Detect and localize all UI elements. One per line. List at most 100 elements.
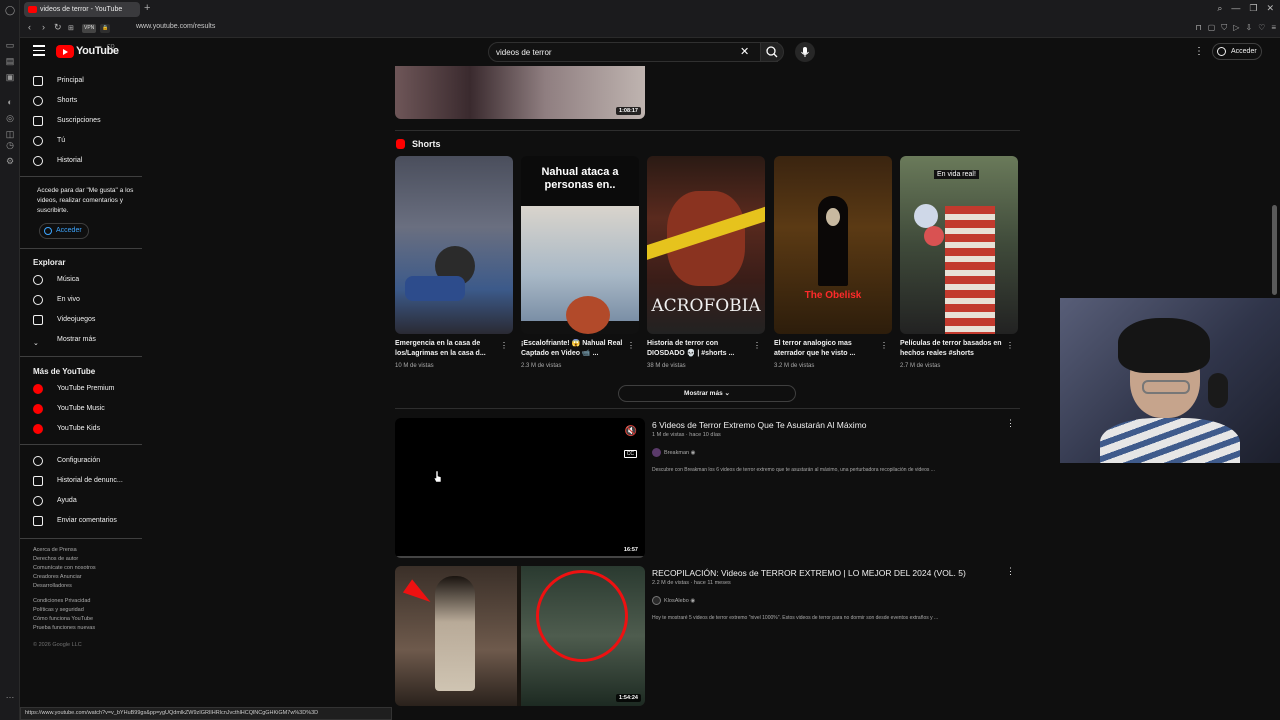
show-more-button[interactable]: Mostrar más ⌄ — [618, 385, 796, 402]
search-button[interactable] — [760, 42, 784, 62]
footer-links[interactable]: Cómo funciona YouTube — [33, 615, 93, 624]
sidebar-item-subscriptions[interactable]: Suscripciones — [20, 112, 142, 130]
heart-icon[interactable]: ♡ — [1258, 23, 1265, 33]
short-menu-icon[interactable]: ⋮ — [880, 341, 888, 350]
settings-side-icon[interactable]: ⚙ — [5, 156, 15, 166]
short-title[interactable]: Emergencia en la casa de los/Lagrimas en… — [395, 339, 501, 359]
whatsapp-icon[interactable]: ◎ — [5, 113, 15, 123]
short-thumbnail[interactable] — [395, 156, 513, 334]
reload-icon[interactable]: ↻ — [54, 22, 62, 33]
sidebar-item-youtube-kids[interactable]: YouTube Kids — [20, 420, 142, 438]
feedback-icon — [33, 516, 43, 526]
extension-pin-icon[interactable]: ⊓ — [1195, 23, 1201, 33]
instagram-icon[interactable]: ◫ — [5, 129, 15, 139]
short-title[interactable]: El terror analogico mas aterrador que he… — [774, 339, 880, 359]
short-title[interactable]: Películas de terror basados en hechos re… — [900, 339, 1006, 359]
search-input[interactable] — [496, 43, 736, 61]
vpn-badge[interactable]: VPN — [82, 24, 97, 33]
video-inline-player[interactable]: 🔇 CC 16:57 — [395, 418, 645, 558]
shield-icon[interactable]: ⛉ — [1221, 23, 1227, 33]
sidebar-bookmark-icon[interactable]: ▤ — [5, 56, 15, 66]
url-field[interactable]: www.youtube.com/results — [136, 23, 215, 30]
channel-name[interactable]: KlosAlebo ◉ — [652, 596, 695, 605]
sidebar-item-settings[interactable]: Configuración — [20, 452, 142, 470]
voice-search-button[interactable] — [795, 42, 815, 62]
short-menu-icon[interactable]: ⋮ — [500, 341, 508, 350]
video-menu-icon[interactable]: ⋮ — [1006, 418, 1015, 429]
download-icon[interactable]: ⇩ — [1245, 23, 1252, 33]
short-thumbnail[interactable]: ACROFOBIA — [647, 156, 765, 334]
opera-logo-icon[interactable]: ◯ — [5, 5, 15, 15]
sidebar-item-live[interactable]: En vivo — [20, 291, 142, 309]
sidebar-item-history[interactable]: Historial — [20, 152, 142, 170]
sidebar-item-home[interactable]: Principal — [20, 72, 142, 90]
lock-badge[interactable]: 🔒 — [100, 24, 111, 33]
sidebar-item-youtube-music[interactable]: YouTube Music — [20, 400, 142, 418]
short-menu-icon[interactable]: ⋮ — [1006, 341, 1014, 350]
video-thumbnail[interactable]: 1:08:17 — [395, 66, 645, 119]
short-thumbnail[interactable]: En vida real! — [900, 156, 1018, 334]
clear-search-icon[interactable]: ✕ — [740, 45, 749, 59]
more-side-icon[interactable]: … — [5, 690, 15, 700]
sign-in-button[interactable]: Acceder — [1212, 43, 1262, 60]
tab-active[interactable]: videos de terror - YouTube — [24, 2, 140, 17]
history-side-icon[interactable]: ◷ — [5, 140, 15, 150]
section-divider — [395, 130, 1020, 131]
sidebar-item-you[interactable]: Tú — [20, 132, 142, 150]
footer-links[interactable]: Condiciones Privacidad — [33, 597, 90, 606]
play-icon[interactable]: ▷ — [1233, 23, 1239, 33]
page-scrollbar[interactable] — [1272, 205, 1277, 295]
messenger-icon[interactable]: ◐ — [5, 97, 15, 107]
sidebar-item-music[interactable]: Música — [20, 271, 142, 289]
sidebar-item-youtube-premium[interactable]: YouTube Premium — [20, 380, 142, 398]
sidebar-item-report-history[interactable]: Historial de denunc... — [20, 472, 142, 490]
maximize-icon[interactable]: ❐ — [1249, 3, 1257, 14]
sidebar-sign-in-button[interactable]: Acceder — [39, 223, 89, 239]
video-title[interactable]: RECOPILACIÓN: Videos de TERROR EXTREMO |… — [652, 568, 966, 578]
short-title[interactable]: ¡Escalofriante! 😱 Nahual Real Captado en… — [521, 339, 627, 359]
speed-dial-icon[interactable]: ⊞ — [68, 24, 74, 32]
captions-icon[interactable]: CC — [623, 450, 637, 458]
hamburger-menu-icon[interactable] — [33, 45, 45, 57]
footer-links[interactable]: Comunícate con nosotros — [33, 564, 96, 573]
footer-links[interactable]: Creadores Anunciar — [33, 573, 82, 582]
short-overlay-text: Nahual ataca a personas en.. — [521, 156, 639, 206]
short-thumbnail[interactable]: The Obelisk — [774, 156, 892, 334]
youtube-logo-icon[interactable] — [56, 45, 74, 58]
tab-title: videos de terror - YouTube — [40, 6, 123, 13]
sidebar-item-feedback[interactable]: Enviar comentarios — [20, 512, 142, 530]
video-thumbnail[interactable]: 1:54:24 — [395, 566, 645, 706]
back-icon[interactable]: ‹ — [28, 22, 31, 32]
browser-menu-icon[interactable]: ≡ — [1271, 23, 1276, 33]
short-menu-icon[interactable]: ⋮ — [753, 341, 761, 350]
extension-square-icon[interactable]: ▢ — [1208, 23, 1216, 33]
red-circle-highlight — [536, 570, 628, 662]
footer-links[interactable]: Desarrolladores — [33, 582, 72, 591]
sidebar-item-show-more[interactable]: ⌄ Mostrar más — [20, 331, 142, 349]
progress-track[interactable] — [395, 556, 645, 558]
minimize-icon[interactable]: — — [1231, 3, 1240, 14]
sidebar-item-help[interactable]: Ayuda — [20, 492, 142, 510]
tab-search-icon[interactable]: ⌕ — [1217, 3, 1222, 14]
sidebar-speed-dial-icon[interactable]: ▭ — [5, 40, 15, 50]
video-title[interactable]: 6 Videos de Terror Extremo Que Te Asusta… — [652, 420, 867, 430]
short-menu-icon[interactable]: ⋮ — [627, 341, 635, 350]
forward-icon[interactable]: › — [42, 22, 45, 32]
footer-links[interactable]: Prueba funciones nuevas — [33, 624, 95, 633]
sidebar-item-gaming[interactable]: Videojuegos — [20, 311, 142, 329]
sidebar-item-shorts[interactable]: Shorts — [20, 92, 142, 110]
footer-links[interactable]: Derechos de autor — [33, 555, 78, 564]
sidebar-item-label: Historial de denunc... — [57, 477, 123, 484]
settings-kebab-icon[interactable]: ⋮ — [1194, 46, 1204, 57]
close-window-icon[interactable]: ✕ — [1266, 3, 1274, 14]
footer-links[interactable]: Acerca de Prensa — [33, 546, 77, 555]
new-tab-button[interactable]: + — [144, 2, 150, 14]
video-description: Hoy te mostraré 5 videos de terror extre… — [652, 615, 939, 621]
short-thumbnail[interactable]: Nahual ataca a personas en.. — [521, 156, 639, 334]
video-menu-icon[interactable]: ⋮ — [1006, 566, 1015, 577]
mute-icon[interactable]: 🔇 — [625, 426, 637, 437]
footer-links[interactable]: Políticas y seguridad — [33, 606, 84, 615]
channel-name[interactable]: Breakman ◉ — [652, 448, 695, 457]
sidebar-apps-icon[interactable]: ▣ — [5, 72, 15, 82]
short-title[interactable]: Historia de terror con DIOSDADO 💀 | #sho… — [647, 339, 753, 359]
